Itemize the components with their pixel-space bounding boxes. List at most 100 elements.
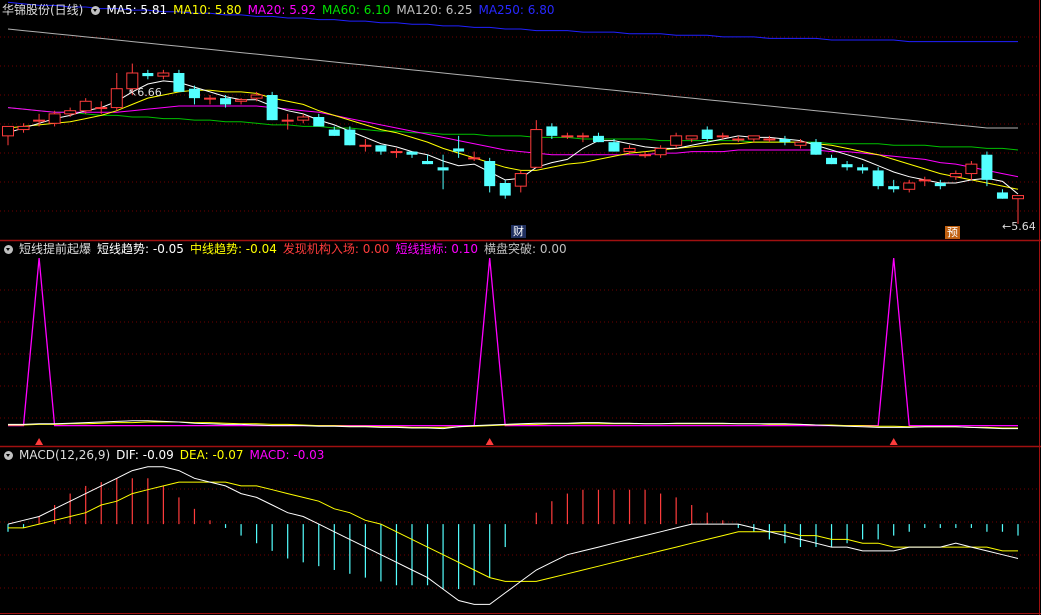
candle-body	[95, 107, 108, 110]
forecast-badge[interactable]: 预	[945, 226, 960, 239]
breakout-marker	[35, 438, 44, 445]
indicator-header: 短线提前起爆 短线趋势: -0.05 中线趋势: -0.04 发现机构入场: 0.00…	[2, 241, 579, 257]
candle-body	[716, 135, 729, 138]
candle-body	[949, 173, 962, 178]
legend-3: 短线指标: 0.10	[395, 242, 479, 256]
kline-title: 华锦股份(日线)	[2, 3, 84, 17]
ma60-line	[7, 107, 1019, 151]
candle-body	[981, 154, 993, 180]
candle-body	[965, 163, 978, 175]
ma120-line	[7, 28, 1018, 129]
candle-body	[468, 157, 481, 160]
ma-legend: MA5: 5.81 MA10: 5.80 MA20: 5.92 MA60: 6.10 M…	[106, 3, 560, 17]
candle-body	[810, 142, 822, 155]
breakout-marker	[485, 438, 494, 445]
candle-body	[79, 100, 92, 112]
legend-4: MA120: 6.25	[396, 3, 473, 17]
candle-body	[453, 148, 465, 152]
candle-body	[328, 129, 340, 136]
macd-header: MACD(12,26,9) DIF: -0.09 DEA: -0.07 MACD: -…	[2, 447, 336, 463]
legend-2: MACD: -0.03	[249, 448, 325, 462]
candle-body	[281, 119, 294, 122]
candle-body	[747, 135, 760, 140]
candle-body	[841, 164, 853, 168]
candle-body	[250, 94, 263, 99]
candle-body	[530, 129, 543, 168]
legend-2: MA20: 5.92	[247, 3, 316, 17]
candle-body	[406, 151, 418, 155]
legend-0: DIF: -0.09	[116, 448, 174, 462]
breakout-marker	[889, 438, 898, 445]
candle-body	[592, 135, 604, 143]
high-price-label: ↖6.66	[128, 86, 162, 99]
candle-body	[313, 117, 325, 127]
candle-body	[514, 173, 527, 187]
candle-body	[826, 157, 838, 165]
legend-3: MA60: 6.10	[322, 3, 391, 17]
candle-body	[670, 135, 683, 146]
finance-badge[interactable]: 财	[511, 225, 526, 238]
candle-body	[918, 179, 931, 182]
candle-body	[576, 135, 589, 138]
candle-body	[857, 167, 869, 171]
dea-line	[8, 481, 1018, 582]
candle-body	[685, 135, 698, 140]
candle-body	[188, 88, 200, 99]
ma20-line	[7, 105, 1019, 178]
legend-2: 发现机构入场: 0.00	[282, 242, 390, 256]
candle-body	[33, 119, 46, 122]
short-indicator-line	[8, 257, 1018, 427]
legend-5: MA250: 6.80	[478, 3, 555, 17]
candle-body	[654, 147, 667, 156]
candle-body	[17, 125, 30, 131]
candle-body	[157, 72, 170, 77]
candle-body	[732, 138, 745, 141]
candle-body	[639, 154, 652, 157]
candle-body	[220, 98, 232, 105]
dropdown-icon[interactable]	[4, 245, 13, 254]
candle-body	[297, 116, 310, 121]
candle-body	[173, 73, 185, 92]
candle-body	[359, 144, 372, 147]
candle-body	[794, 141, 807, 146]
candle-body	[437, 167, 449, 171]
candle-body	[701, 129, 713, 139]
candle-body	[204, 97, 216, 100]
candle-body	[64, 110, 77, 115]
candle-body	[608, 142, 620, 152]
candle-body	[888, 186, 900, 190]
candle-body	[903, 182, 916, 190]
candle-body	[996, 192, 1008, 199]
legend-0: 短线趋势: -0.05	[97, 242, 184, 256]
candle-body	[623, 147, 636, 153]
candle-body	[561, 135, 574, 138]
candle-body	[546, 126, 558, 136]
dropdown-icon[interactable]	[91, 6, 101, 15]
candle-body	[375, 145, 387, 152]
candle-body	[142, 73, 154, 77]
candle-body	[235, 99, 248, 102]
legend-0: MA5: 5.81	[106, 3, 168, 17]
kline-header: 华锦股份(日线) MA5: 5.81 MA10: 5.80 MA20: 5.92 MA6…	[2, 2, 567, 18]
dif-line	[7, 466, 1019, 605]
candle-body	[2, 125, 14, 137]
candle-body	[48, 113, 61, 124]
candle-body	[110, 88, 123, 109]
indicator-title: 短线提前起爆	[19, 242, 92, 256]
legend-4: 横盘突破: 0.00	[484, 242, 567, 256]
candle-body	[422, 161, 434, 165]
macd-legend: DIF: -0.09 DEA: -0.07 MACD: -0.03	[116, 448, 330, 462]
ma10-line	[7, 89, 1019, 190]
candle-body	[872, 170, 884, 187]
candle-body	[266, 95, 278, 121]
candle-body	[344, 129, 356, 146]
legend-1: DEA: -0.07	[179, 448, 244, 462]
dropdown-icon[interactable]	[4, 451, 13, 460]
indicator-legend: 短线趋势: -0.05 中线趋势: -0.04 发现机构入场: 0.00 短线指标: …	[97, 242, 573, 256]
candle-body	[499, 183, 511, 196]
candle-body	[390, 151, 403, 154]
candle-body	[763, 138, 776, 141]
candle-body	[484, 161, 496, 187]
candle-body	[1012, 195, 1024, 200]
legend-1: 中线趋势: -0.04	[189, 242, 277, 256]
